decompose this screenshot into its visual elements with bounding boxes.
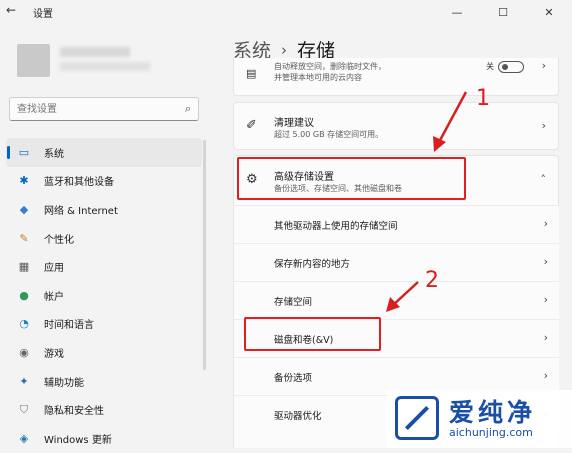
arrow-1-line <box>436 91 468 145</box>
annotation-arrows <box>386 91 468 312</box>
watermark-logo-icon <box>395 396 439 440</box>
watermark: 爱纯净 aichunjing.com <box>387 390 572 448</box>
arrow-2-line <box>391 281 419 307</box>
annotation-number-2: 2 <box>425 268 439 293</box>
watermark-brand: 爱纯净 <box>449 398 537 427</box>
watermark-url: aichunjing.com <box>449 426 533 439</box>
annotation-number-1: 1 <box>476 86 490 111</box>
arrow-1-head <box>433 136 446 152</box>
